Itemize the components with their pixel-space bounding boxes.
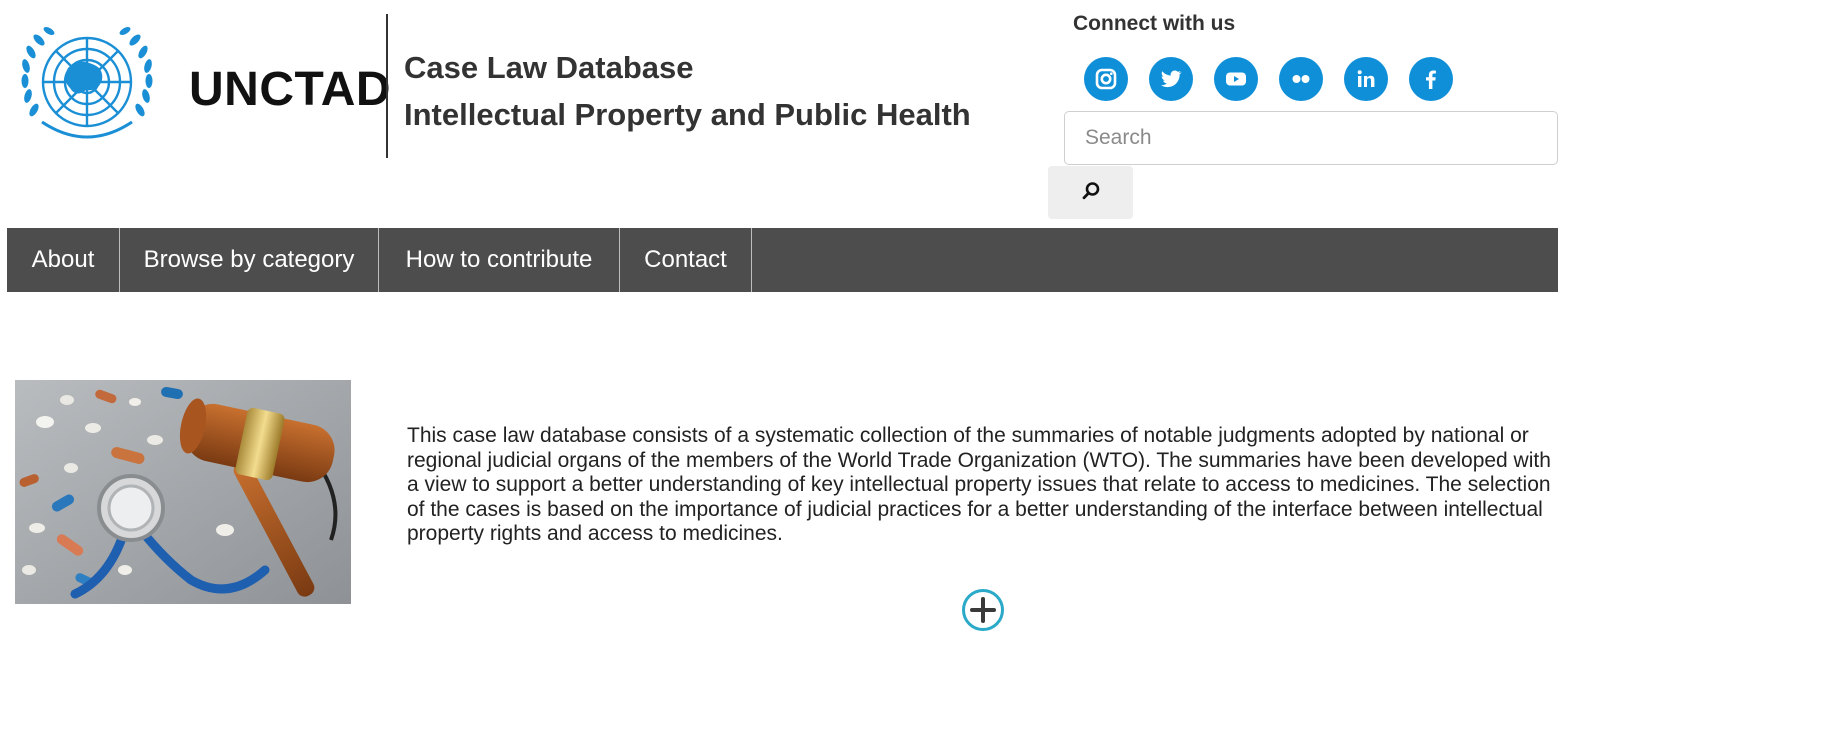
site-title-line-2: Intellectual Property and Public Health [404,97,971,132]
search-input[interactable] [1064,111,1558,165]
site-title: Case Law Database Intellectual Property … [404,44,971,138]
logo-text[interactable]: UNCTAD [189,62,391,117]
plus-circle-icon[interactable] [961,588,1005,632]
header-divider [386,14,388,158]
connect-label: Connect with us [1073,12,1236,35]
main-navigation: About Browse by category How to contribu… [7,228,1558,292]
youtube-icon[interactable] [1214,57,1258,101]
social-links [1084,57,1453,101]
nav-item-how-to-contribute[interactable]: How to contribute [379,228,620,292]
nav-item-contact[interactable]: Contact [620,228,752,292]
nav-item-about[interactable]: About [7,228,120,292]
search-button[interactable] [1048,166,1133,219]
linkedin-icon[interactable] [1344,57,1388,101]
intro-paragraph: This case law database consists of a sys… [407,424,1551,545]
facebook-icon[interactable] [1409,57,1453,101]
nav-item-browse-by-category[interactable]: Browse by category [120,228,379,292]
site-title-line-1: Case Law Database [404,50,694,85]
gavel-stethoscope-pills-image [15,380,351,604]
un-emblem-logo[interactable] [6,18,168,154]
twitter-icon[interactable] [1149,57,1193,101]
flickr-icon[interactable] [1279,57,1323,101]
instagram-icon[interactable] [1084,57,1128,101]
search-icon [1080,180,1102,205]
